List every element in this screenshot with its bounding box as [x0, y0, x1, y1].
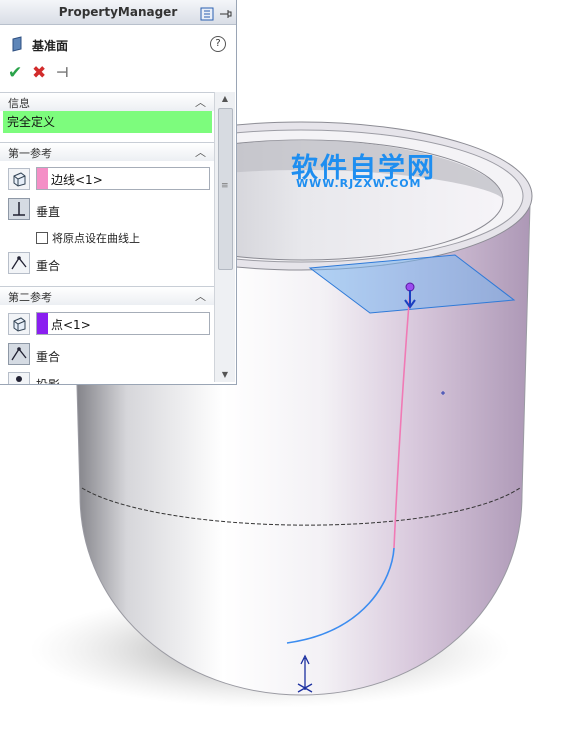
- status-message: 完全定义: [3, 111, 212, 133]
- info-section-title: 信息: [8, 97, 30, 110]
- projection-label[interactable]: 投影: [36, 376, 60, 384]
- expand-panel-icon[interactable]: [200, 5, 214, 21]
- panel-scrollbar[interactable]: ▲ ≡ ▼: [214, 92, 235, 382]
- feature-header: 基准面 ?: [6, 30, 230, 58]
- scroll-thumb[interactable]: ≡: [218, 108, 233, 270]
- collapse-chevron-icon[interactable]: ︿: [195, 94, 206, 110]
- second-reference-field[interactable]: 点<1>: [36, 312, 210, 335]
- second-reference-value: 点<1>: [51, 318, 91, 332]
- watermark-url: WWW.RJZXW.COM: [296, 177, 422, 190]
- reference-select-icon[interactable]: [8, 168, 30, 190]
- coincident-label[interactable]: 重合: [36, 257, 60, 274]
- reference-color-swatch: [37, 168, 48, 189]
- keep-visible-button[interactable]: ⊣: [56, 65, 69, 81]
- first-reference-header[interactable]: 第一参考 ︿: [0, 142, 214, 161]
- coincident-icon[interactable]: [8, 252, 30, 274]
- projection-icon[interactable]: [8, 372, 30, 384]
- second-reference-title: 第二参考: [8, 291, 52, 304]
- scroll-down-icon[interactable]: ▼: [215, 368, 235, 382]
- status-text: 完全定义: [7, 115, 56, 129]
- panel-title: PropertyManager: [58, 5, 178, 19]
- selected-point-marker[interactable]: [405, 282, 415, 292]
- ok-button[interactable]: ✔: [8, 63, 22, 83]
- cancel-button[interactable]: ✖: [32, 63, 46, 83]
- collapse-chevron-icon[interactable]: ︿: [195, 144, 206, 160]
- property-manager-panel: PropertyManager 基准面 ? ✔ ✖ ⊣ 信息 ︿ 完全定义 第一…: [0, 0, 237, 385]
- perpendicular-icon[interactable]: [8, 198, 30, 220]
- coincident-icon[interactable]: [8, 343, 30, 365]
- origin-on-curve-checkbox[interactable]: [36, 232, 48, 244]
- plane-feature-icon: [10, 36, 24, 56]
- coincident-label[interactable]: 重合: [36, 348, 60, 365]
- reference-color-swatch: [37, 313, 48, 334]
- feature-name: 基准面: [32, 39, 69, 53]
- first-reference-value: 边线<1>: [51, 173, 103, 187]
- collapse-chevron-icon[interactable]: ︿: [195, 288, 206, 304]
- perpendicular-label[interactable]: 垂直: [36, 203, 60, 220]
- first-reference-field[interactable]: 边线<1>: [36, 167, 210, 190]
- help-icon[interactable]: ?: [210, 36, 226, 52]
- second-reference-header[interactable]: 第二参考 ︿: [0, 286, 214, 305]
- pin-panel-icon[interactable]: [218, 5, 232, 19]
- sections-area: 信息 ︿ 完全定义 第一参考 ︿ 边线<1> 垂直 将原点设在曲线上 重合 第二…: [0, 92, 214, 384]
- info-section-header[interactable]: 信息 ︿: [0, 92, 214, 111]
- origin-on-curve-label[interactable]: 将原点设在曲线上: [52, 230, 140, 246]
- first-reference-title: 第一参考: [8, 147, 52, 160]
- action-buttons: ✔ ✖ ⊣: [6, 62, 126, 86]
- reference-select-icon[interactable]: [8, 313, 30, 335]
- panel-title-bar: PropertyManager: [0, 0, 236, 25]
- scroll-up-icon[interactable]: ▲: [215, 92, 235, 106]
